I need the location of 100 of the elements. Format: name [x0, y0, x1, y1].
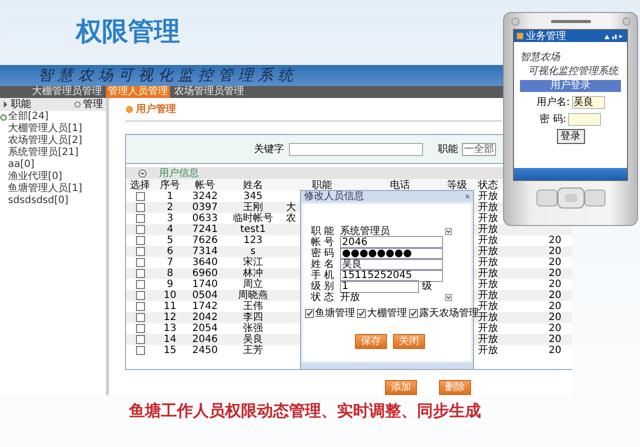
input-field[interactable]: 2046 [340, 236, 443, 249]
input-field[interactable]: 吴良 [340, 258, 443, 271]
table-cell: 开放 [478, 191, 498, 202]
dialog-title: 修改人员信息 [304, 191, 364, 202]
checkbox[interactable] [136, 225, 144, 234]
table-cell: 7 [166, 257, 174, 268]
column-header: 状态 [478, 180, 498, 190]
column-header: 职能 [312, 180, 332, 190]
field-label: 关键字 [254, 142, 284, 156]
table-cell: 0504 [192, 290, 218, 301]
checkbox[interactable] [136, 214, 144, 223]
field-label: 帐 号 [311, 237, 336, 248]
table-cell: 2046 [192, 334, 218, 345]
slide-caption: 鱼塘工作人员权限动态管理、实时调整、同步生成 [128, 401, 482, 422]
field-label: 姓 名 [311, 259, 336, 270]
checkbox[interactable] [136, 269, 144, 278]
table-cell: 7241 [192, 224, 218, 235]
checkbox[interactable] [136, 291, 144, 300]
checkbox[interactable] [305, 308, 314, 318]
table-cell: 20 [548, 334, 562, 345]
select-field[interactable]: 开放 [340, 292, 452, 303]
field-label: 状 态 [311, 292, 336, 303]
checkbox[interactable] [136, 346, 144, 355]
table-cell: 20 [548, 301, 562, 312]
checkbox[interactable] [136, 203, 144, 212]
checkbox[interactable] [136, 280, 144, 289]
input-field[interactable]: 15115252045 [340, 269, 443, 282]
table-cell: 2450 [192, 345, 218, 356]
table-cell: 345 [243, 191, 263, 202]
navigation-keys-icon [536, 187, 606, 209]
tree-item[interactable]: 系统管理员[21] [8, 147, 106, 159]
select-field[interactable]: 系统管理员 [340, 226, 452, 237]
nav-tab[interactable]: 农场管理员管理 [172, 86, 246, 98]
table-cell: 20 [548, 323, 562, 334]
input-field[interactable]: 1 [340, 280, 419, 293]
table-cell: 2054 [192, 323, 218, 334]
checkbox[interactable] [357, 308, 366, 318]
table-cell: 张强 [243, 323, 263, 334]
phone-key-icon [510, 16, 520, 26]
table-cell: 开放 [478, 246, 498, 257]
table-cell: 1740 [192, 279, 218, 290]
check-icon [410, 310, 417, 316]
input-field[interactable]: ●●●●●●●● [340, 247, 443, 260]
app-title: 智慧农场可视化监控管理系统 [38, 66, 298, 85]
table-cell: 开放 [478, 202, 498, 213]
table-cell: 14 [164, 334, 176, 345]
checkbox[interactable] [136, 313, 144, 322]
table-cell: 15 [164, 345, 176, 356]
check-icon [358, 310, 365, 316]
field-label: 密 码 [311, 248, 336, 259]
checkbox-label: 大棚管理 [367, 306, 407, 320]
checkbox[interactable] [136, 258, 144, 267]
column-header: 帐号 [195, 180, 215, 190]
close-icon [465, 194, 470, 199]
checkbox[interactable] [136, 324, 144, 333]
check-icon [306, 310, 313, 316]
password-field[interactable] [568, 112, 602, 126]
table-cell: 王芳 [243, 345, 263, 356]
table-cell: 周晓燕 [238, 290, 268, 301]
table-cell: 13 [164, 323, 176, 334]
tree-item[interactable]: aa[0] [8, 159, 106, 171]
table-cell: 0633 [192, 213, 218, 224]
table-cell: 开放 [478, 213, 498, 224]
role-select[interactable]: 一全部 [462, 142, 496, 156]
status-title: 业务管理 [525, 30, 567, 42]
tree-item[interactable]: 全部[24] [0, 111, 106, 123]
column-header: 等级 [447, 180, 467, 190]
table-cell: 开放 [478, 290, 498, 301]
nav-tab[interactable]: 大棚管理员管理 [30, 86, 104, 98]
table-cell: 开放 [478, 345, 498, 356]
table-cell: 王刚 [243, 202, 263, 213]
sidebar-heading: 职能 [3, 98, 31, 110]
tree-item[interactable]: 农场管理人员[2] [8, 135, 106, 147]
tree-item[interactable]: 渔业代理[0] [8, 171, 106, 183]
table-cell: 123 [243, 235, 263, 246]
login-button[interactable]: 登录 [556, 129, 584, 144]
table-cell: 开放 [478, 257, 498, 268]
tree-item[interactable]: 鱼塘管理人员[1] [8, 183, 106, 195]
table-cell: 20 [548, 279, 562, 290]
checkbox[interactable] [136, 335, 144, 344]
column-header: 电话 [390, 180, 410, 190]
tree-item[interactable]: 大棚管理人员[1] [8, 123, 106, 135]
table-cell: 农 [286, 213, 296, 224]
checkbox[interactable] [409, 308, 418, 318]
keyword-field[interactable] [289, 142, 423, 156]
manage-link[interactable]: 管理 [74, 98, 103, 110]
table-cell: 开放 [478, 312, 498, 323]
table-cell: 开放 [478, 301, 498, 312]
field-label: 用户名: [536, 96, 570, 109]
table-cell: 宋江 [243, 257, 263, 268]
checkbox[interactable] [136, 192, 144, 201]
table-cell: 3640 [192, 257, 218, 268]
tree-item[interactable]: sdsdsdsd[0] [8, 195, 106, 207]
table-cell: 9 [166, 279, 174, 290]
checkbox[interactable] [136, 302, 144, 311]
checkbox[interactable] [136, 247, 144, 256]
username-field[interactable]: 吴良 [572, 96, 605, 108]
checkbox[interactable] [136, 236, 144, 245]
table-cell: 王伟 [243, 301, 263, 312]
table-cell: 1742 [192, 301, 218, 312]
